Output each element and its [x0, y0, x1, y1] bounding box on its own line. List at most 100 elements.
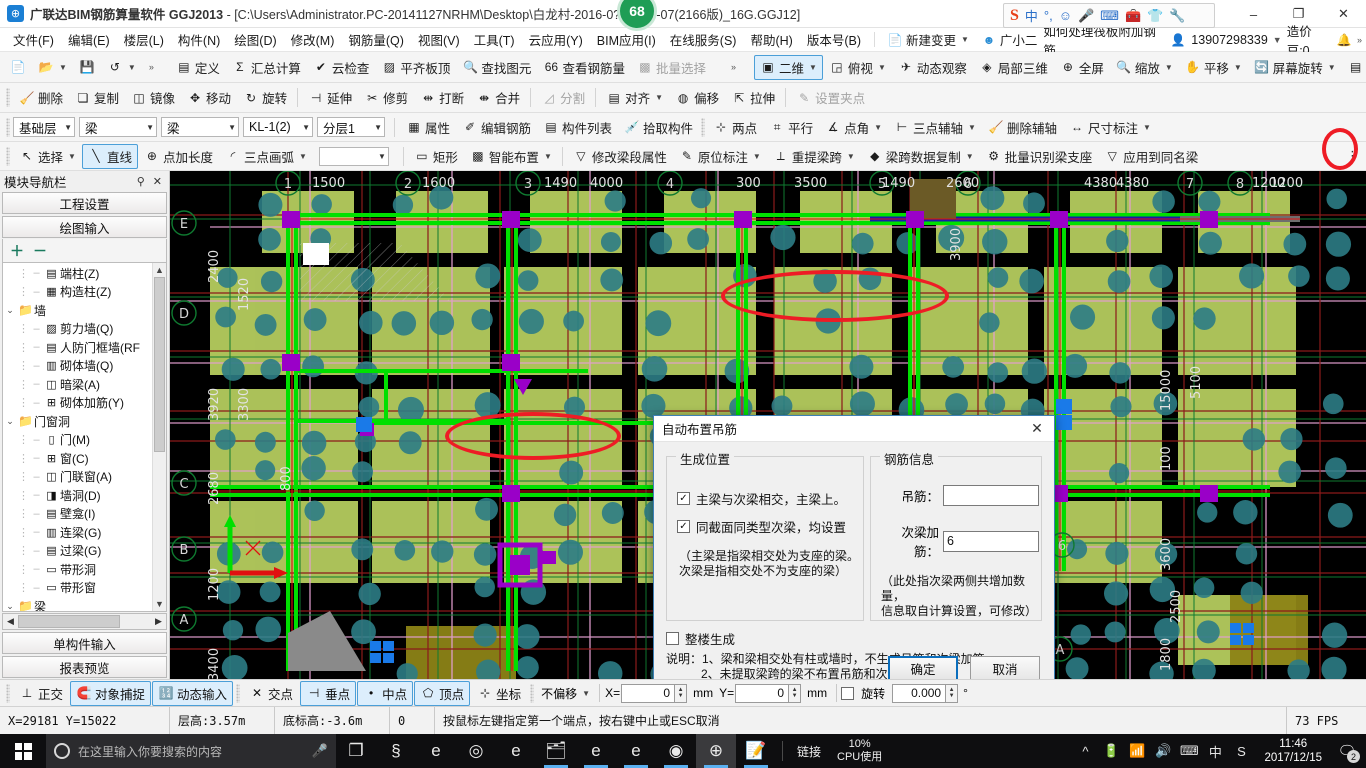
new-change-button[interactable]: 📄 新建变更 ▼ [881, 27, 975, 52]
expand-all-icon[interactable]: ＋ [10, 241, 24, 261]
chevron-down-icon[interactable]: ⌄ [3, 305, 17, 316]
menu-item-11[interactable]: 在线服务(S) [663, 28, 744, 51]
main-tool-汇总计算-1[interactable]: Σ 汇总计算 [226, 55, 307, 80]
chevron-down-icon[interactable]: ▼ [296, 123, 310, 132]
scroll-down-icon[interactable]: ▼ [155, 597, 164, 611]
chevron-down-icon[interactable]: ▼ [809, 63, 817, 72]
rotate-stepper[interactable]: 0.000 ▲ ▼ [892, 683, 959, 703]
account-phone[interactable]: 13907298339 [1191, 33, 1267, 47]
chevron-down-icon[interactable]: ▼ [874, 123, 882, 132]
file-tool-icon-1[interactable]: 📂 ▼ [32, 56, 73, 78]
tray-icon-4[interactable]: ⌨ [1176, 734, 1202, 768]
tree-item-砌体墙Q[interactable]: ⋮ – ▥ 砌体墙(Q) [3, 357, 152, 376]
tree-item-壁龛I[interactable]: ⋮ – ▤ 壁龛(I) [3, 505, 152, 524]
tree-item-人防门框墙RF[interactable]: ⋮ – ▤ 人防门框墙(RF [3, 338, 152, 357]
main-tool-平齐板顶-3[interactable]: ▨ 平齐板顶 [375, 55, 456, 80]
snap-tool-交点[interactable]: ✕ 交点 [243, 681, 299, 706]
chevron-down-icon[interactable]: ▼ [968, 123, 976, 132]
app-browser-green-icon[interactable]: e [616, 734, 656, 768]
app-ggj-icon[interactable]: ⊕ [696, 734, 736, 768]
edit-tool-延伸-5[interactable]: ⊣ 延伸 [302, 85, 358, 110]
chevron-down-icon[interactable]: ▼ [1143, 123, 1151, 132]
tray-icon-2[interactable]: 📶 [1124, 734, 1150, 768]
draw-tool-点加长度-2[interactable]: ⊕ 点加长度 [138, 144, 219, 169]
menu-item-8[interactable]: 工具(T) [467, 28, 522, 51]
chevron-down-icon[interactable]: ▼ [753, 152, 761, 161]
view-tool-二维-0[interactable]: ▣ 二维 ▼ [753, 54, 823, 80]
assistant-button[interactable]: ☻ 广小二 [975, 27, 1044, 52]
draw-tool-应用到同名梁-12[interactable]: ▽ 应用到同名梁 [1098, 144, 1204, 169]
tree-item-门窗洞[interactable]: ⌄ 📁 门窗洞 [3, 412, 152, 431]
offset-mode-label[interactable]: 不偏移 [541, 685, 577, 702]
tree-item-过梁G[interactable]: ⋮ – ▤ 过梁(G) [3, 542, 152, 561]
snap-tool-顶点[interactable]: ⬠ 顶点 [414, 680, 471, 706]
chevron-down-icon[interactable]: ▼ [140, 123, 154, 132]
draw-tool-直线-1[interactable]: ╲ 直线 [81, 143, 138, 169]
sidebar-item-drawing-input[interactable]: 绘图输入 [2, 216, 167, 238]
ime-mode-icon[interactable]: 中 [1025, 6, 1038, 25]
menu-item-7[interactable]: 视图(V) [411, 28, 467, 51]
app-explorer-icon[interactable]: 🗂 [536, 734, 576, 768]
tray-icon-0[interactable]: ^ [1072, 734, 1098, 768]
chevron-down-icon[interactable]: ▼ [68, 152, 76, 161]
tray-icon-5[interactable]: 中 [1202, 734, 1228, 768]
menu-item-1[interactable]: 编辑(E) [61, 28, 117, 51]
close-icon[interactable]: ✕ [153, 175, 162, 188]
edit-tool-偏移-11[interactable]: ◍ 偏移 [669, 85, 725, 110]
tree-item-带形窗[interactable]: ⋮ – ▭ 带形窗 [3, 579, 152, 598]
checkbox-main-secondary-beam[interactable]: ✓ 主梁与次梁相交，主梁上。 [677, 489, 863, 508]
tree-item-暗梁A[interactable]: ⋮ – ◫ 暗梁(A) [3, 375, 152, 394]
sidebar-item-project-settings[interactable]: 工程设置 [2, 192, 167, 214]
ime-emoji-icon[interactable]: ☺ [1059, 8, 1072, 23]
tree-item-砌体加筋Y[interactable]: ⋮ – ⊞ 砌体加筋(Y) [3, 394, 152, 413]
tree-vertical-scrollbar[interactable]: ▲ ▼ [152, 263, 166, 611]
draw-tool-修改梁段属性-7[interactable]: ▽ 修改梁段属性 [567, 144, 673, 169]
scroll-up-icon[interactable]: ▲ [155, 263, 164, 277]
combo-layer[interactable]: 分层1 ▼ [317, 117, 385, 137]
edit-tool-复制-1[interactable]: ❏ 复制 [69, 85, 125, 110]
chevron-down-icon[interactable]: ▼ [655, 93, 663, 102]
app-spiral-icon[interactable]: ◎ [456, 734, 496, 768]
file-tool-icon-2[interactable]: 💾 [73, 56, 101, 78]
draw-tool-智能布置-6[interactable]: ▩ 智能布置 ▼ [464, 144, 558, 169]
main-tool-批量选择-6[interactable]: ▩ 批量选择 [631, 55, 712, 80]
checkbox-icon[interactable]: ✓ [677, 492, 690, 505]
mode-tool-对象捕捉[interactable]: 🧲 对象捕捉 [70, 680, 152, 706]
draw-toolbar-overflow-icon[interactable]: ⋮ [1339, 148, 1366, 164]
edit-tool-移动-3[interactable]: ✥ 移动 [181, 85, 237, 110]
y-offset-input[interactable]: 0 [735, 683, 790, 703]
menu-item-5[interactable]: 修改(M) [284, 28, 342, 51]
view-tool-选择楼层-8[interactable]: ▤选择楼层 [1342, 55, 1366, 80]
main-tool-定义-0[interactable]: ▤ 定义 [170, 55, 226, 80]
mode-tool-动态输入[interactable]: 🔢 动态输入 [152, 680, 234, 706]
component-tool-拾取构件-3[interactable]: 💉 拾取构件 [618, 115, 699, 140]
ime-keyboard-icon[interactable]: ⌨ [1100, 8, 1119, 24]
tree-item-墙洞D[interactable]: ⋮ – ◨ 墙洞(D) [3, 486, 152, 505]
pin-icon[interactable]: ⚲ [137, 175, 145, 188]
app-360-icon[interactable]: ◉ [656, 734, 696, 768]
edit-tool-打断-7[interactable]: ⇹ 打断 [414, 85, 470, 110]
chevron-down-icon[interactable]: ▼ [59, 63, 67, 72]
tree-item-构造柱Z[interactable]: ⋮ – ▦ 构造柱(Z) [3, 283, 152, 302]
ok-button[interactable]: 确定 [888, 656, 958, 679]
chevron-down-icon[interactable]: ▼ [1328, 63, 1336, 72]
chevron-down-icon[interactable]: ⌄ [3, 601, 17, 611]
menu-item-12[interactable]: 帮助(H) [743, 28, 799, 51]
hanger-rebar-input[interactable] [943, 485, 1039, 506]
edit-tool-分割-9[interactable]: ◿ 分割 [535, 85, 591, 110]
ime-voice-icon[interactable]: 🎤 [1078, 8, 1094, 24]
cancel-button[interactable]: 取消 [970, 656, 1040, 679]
main-tool-云检查-2[interactable]: ✔ 云检查 [307, 55, 376, 80]
draw-tool-原位标注-8[interactable]: ✎ 原位标注 ▼ [673, 144, 767, 169]
chevron-down-icon[interactable]: ▼ [847, 152, 855, 161]
snap-tool-垂点[interactable]: ⊣ 垂点 [300, 680, 357, 706]
menu-item-0[interactable]: 文件(F) [6, 28, 61, 51]
scrollbar-thumb[interactable] [154, 277, 165, 452]
chevron-down-icon[interactable]: ▼ [582, 689, 590, 698]
chevron-down-icon[interactable]: ▼ [299, 152, 307, 161]
component-tool-平行-5[interactable]: ⌗ 平行 [763, 115, 819, 140]
view-tool-屏幕旋转-7[interactable]: 🔄 屏幕旋转 ▼ [1248, 55, 1342, 80]
menu-item-6[interactable]: 钢筋量(Q) [341, 28, 411, 51]
edit-tool-删除-0[interactable]: 🧹 删除 [13, 85, 69, 110]
ime-skin-icon[interactable]: 👕 [1147, 8, 1163, 24]
